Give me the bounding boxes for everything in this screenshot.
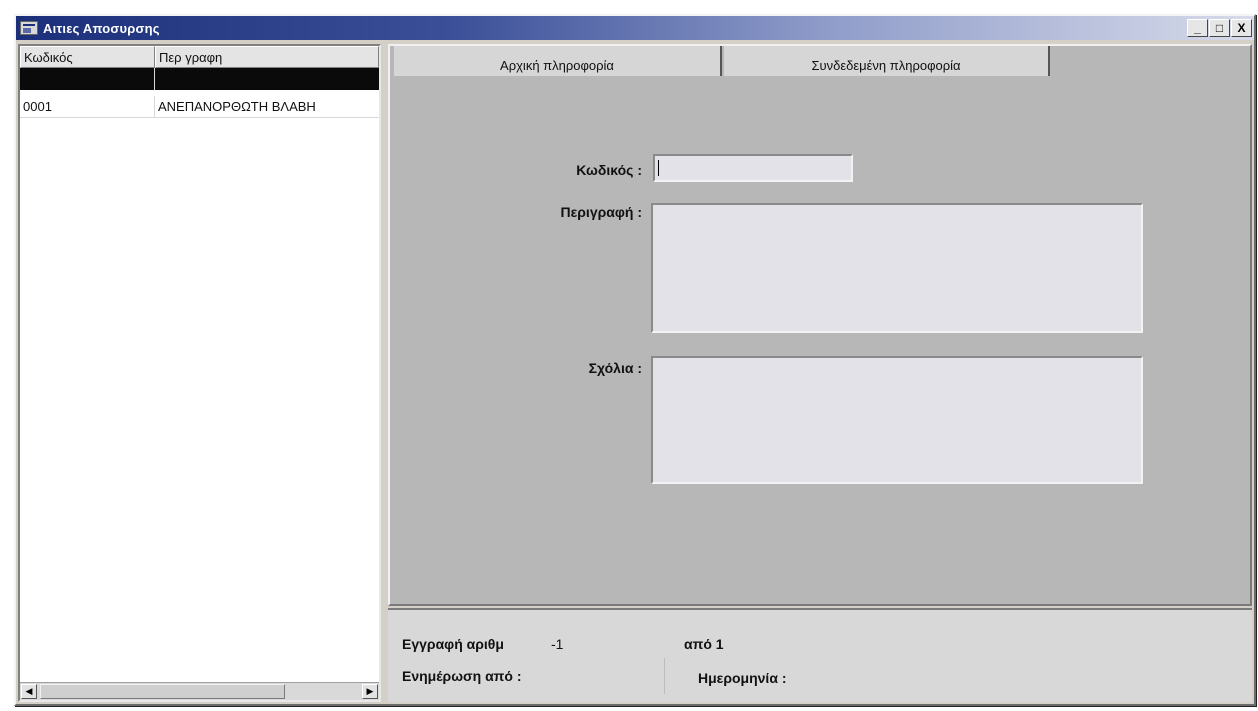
tab-strip: Αρχική πληροφορία Συνδεδεμένη πληροφορία — [390, 46, 1250, 76]
code-field[interactable] — [653, 154, 853, 182]
maximize-button[interactable]: □ — [1209, 19, 1230, 37]
main-window: Αιτιες Αποσυρσης _ □ X Κωδικός Περ γραφη… — [14, 14, 1256, 706]
scroll-thumb[interactable] — [40, 684, 285, 699]
cell-description: ΑΝΕΠΑΝΟΡΘΩΤΗ ΒΛΑΒΗ — [158, 99, 316, 114]
scroll-left-icon[interactable]: ◀ — [21, 684, 37, 699]
updated-by-label: Ενημέρωση από : — [402, 668, 522, 684]
tab-basic-info[interactable]: Αρχική πληροφορία — [394, 46, 722, 76]
cell-code — [20, 68, 155, 90]
horizontal-scrollbar[interactable]: ◀ ▶ — [20, 682, 379, 700]
text-caret — [658, 160, 659, 176]
minimize-button[interactable]: _ — [1187, 19, 1208, 37]
title-bar[interactable]: Αιτιες Αποσυρσης _ □ X — [16, 16, 1254, 40]
code-label: Κωδικός : — [576, 162, 642, 178]
window-controls: _ □ X — [1187, 19, 1252, 37]
app-icon — [20, 21, 38, 35]
cell-description — [155, 68, 379, 90]
table-row[interactable]: 0001 ΑΝΕΠΑΝΟΡΘΩΤΗ ΒΛΑΒΗ — [20, 96, 379, 118]
column-header-code[interactable]: Κωδικός — [20, 46, 155, 68]
records-list[interactable]: Κωδικός Περ γραφη 0001 ΑΝΕΠΑΝΟΡΘΩΤΗ ΒΛΑΒ… — [18, 44, 381, 702]
column-header-description[interactable]: Περ γραφη — [155, 46, 379, 68]
status-bar: Εγγραφή αριθμ -1 από 1 Ενημέρωση από : Η… — [388, 608, 1252, 702]
record-total: από 1 — [684, 636, 724, 652]
description-field[interactable] — [651, 203, 1143, 333]
scroll-right-icon[interactable]: ▶ — [362, 684, 378, 699]
list-row-selected-empty[interactable] — [20, 68, 379, 90]
notes-field[interactable] — [651, 356, 1143, 484]
close-button[interactable]: X — [1231, 19, 1252, 37]
description-label: Περιγραφή : — [560, 204, 642, 220]
tab-related-info[interactable]: Συνδεδεμένη πληροφορία — [724, 46, 1050, 76]
cell-code: 0001 — [20, 96, 155, 117]
date-label: Ημερομηνία : — [698, 670, 787, 686]
list-header: Κωδικός Περ γραφη — [20, 46, 379, 68]
window-title: Αιτιες Αποσυρσης — [43, 20, 160, 36]
status-divider — [664, 658, 665, 694]
notes-label: Σχόλια : — [588, 360, 642, 376]
record-number-label: Εγγραφή αριθμ — [402, 636, 504, 652]
record-number-value: -1 — [551, 636, 564, 652]
detail-panel: Αρχική πληροφορία Συνδεδεμένη πληροφορία… — [388, 44, 1252, 606]
